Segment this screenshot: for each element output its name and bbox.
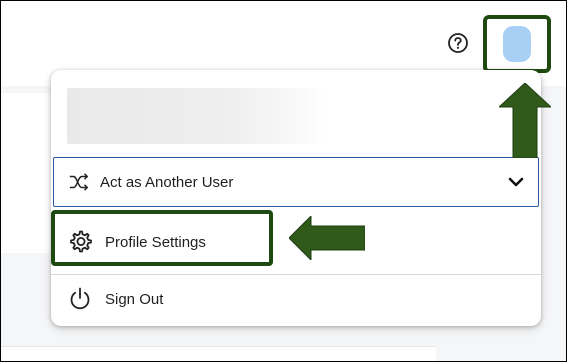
avatar-highlight-box [483,15,551,73]
sign-out-item[interactable]: Sign Out [51,276,541,322]
user-info-blurred [67,88,327,144]
sign-out-label: Sign Out [105,290,164,308]
arrow-up-icon [499,83,551,158]
screenshot-frame: Act as Another User Profile Settings Sig… [0,0,567,362]
user-menu-dropdown: Act as Another User Profile Settings Sig… [51,70,541,326]
shuffle-icon [69,173,89,191]
help-circle-icon[interactable] [447,32,469,54]
chevron-down-icon[interactable] [506,172,526,192]
power-icon [70,287,90,310]
menu-divider [51,274,541,275]
arrow-left-icon [289,216,365,260]
act-as-another-user-item[interactable]: Act as Another User [53,157,539,207]
profile-settings-highlight-box [51,210,273,266]
background-bottom-card [1,346,436,361]
act-as-another-user-label: Act as Another User [100,173,234,191]
